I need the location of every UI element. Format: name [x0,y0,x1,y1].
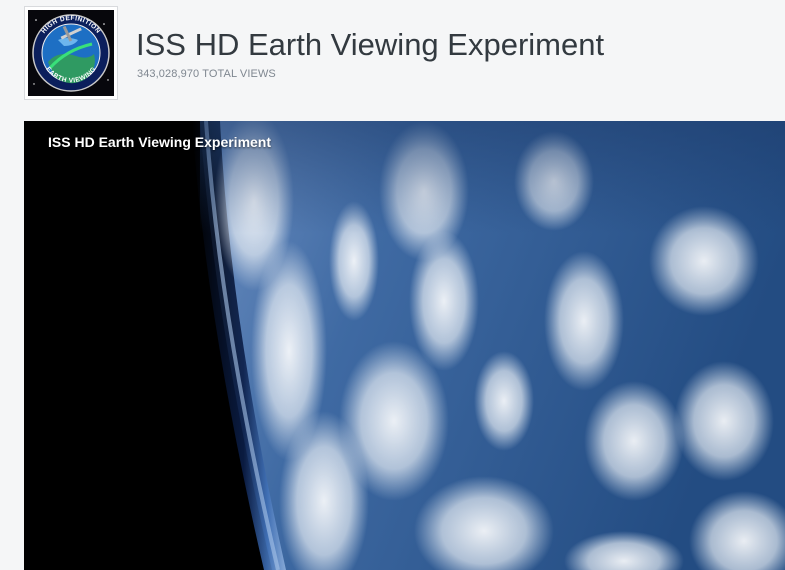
total-views-count: 343,028,970 TOTAL VIEWS [137,68,276,80]
channel-logo[interactable]: HIGH DEFINITION EARTH VIEWING [24,6,118,100]
earth-from-orbit-image [24,121,785,570]
video-player[interactable]: ISS HD Earth Viewing Experiment [24,121,785,570]
channel-header: HIGH DEFINITION EARTH VIEWING ISS HD Ear… [0,0,785,120]
video-title-overlay[interactable]: ISS HD Earth Viewing Experiment [48,134,271,150]
hdev-mission-patch-icon: HIGH DEFINITION EARTH VIEWING [28,10,114,96]
channel-title: ISS HD Earth Viewing Experiment [136,27,605,62]
